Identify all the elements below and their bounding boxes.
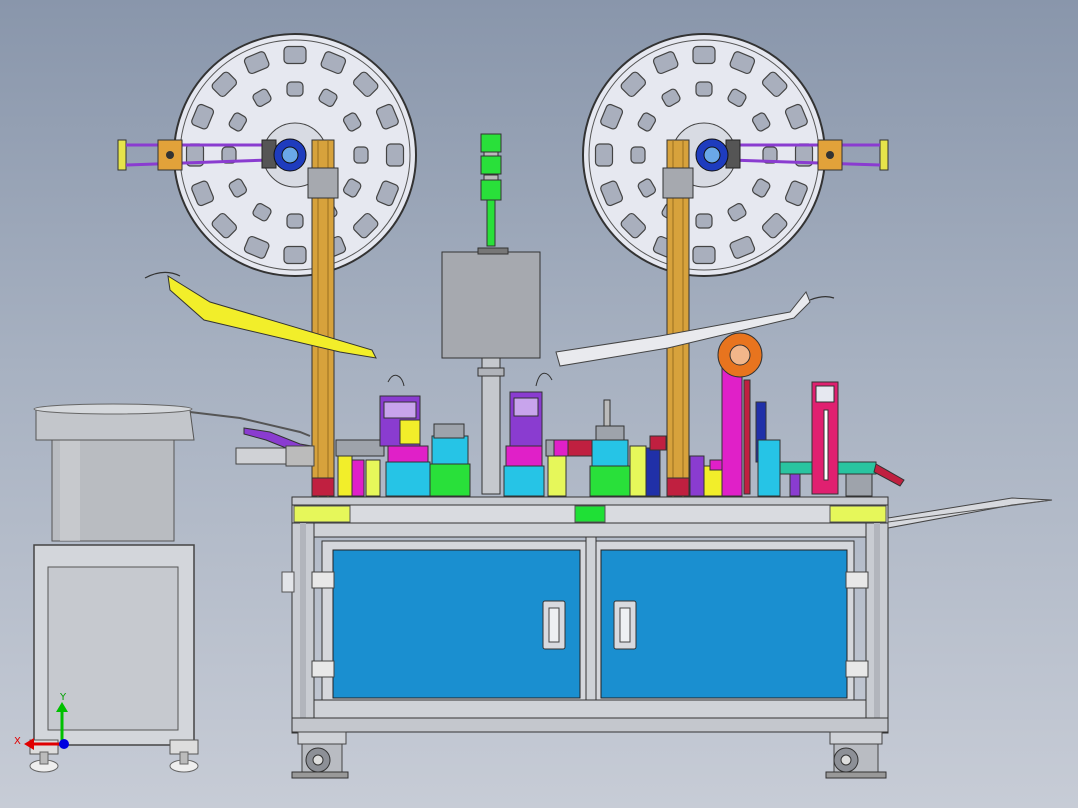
reel-window <box>692 45 716 65</box>
center-green-panel <box>574 505 606 523</box>
signal-tower-icon <box>480 133 502 247</box>
y-axis-label: Y <box>59 692 67 703</box>
reel-window <box>286 213 304 229</box>
left-tape-wire <box>144 271 181 279</box>
reel-window <box>692 245 716 265</box>
machine-assembly-view[interactable]: Y X <box>0 0 1078 808</box>
reel-window <box>286 81 304 97</box>
reel-window <box>695 81 713 97</box>
caster-left <box>291 731 349 779</box>
station-right[interactable] <box>589 399 667 497</box>
cad-viewport[interactable]: Y X <box>0 0 1078 808</box>
left-column <box>307 139 339 498</box>
reel-window <box>695 213 713 229</box>
left-lime-panel <box>293 505 351 523</box>
cabinet-door-right[interactable] <box>595 540 869 701</box>
x-axis-label: X <box>14 736 21 747</box>
reel-window <box>594 143 614 167</box>
reel-window <box>353 146 369 164</box>
reel-window <box>385 143 405 167</box>
reel-window <box>283 45 307 65</box>
air-cylinder <box>235 447 287 465</box>
bowl-feeder[interactable] <box>33 403 311 542</box>
reel-window <box>630 146 646 164</box>
station-far-right[interactable] <box>689 332 905 497</box>
right-tape-wire <box>809 296 835 301</box>
caster-right <box>825 731 887 779</box>
station-left[interactable] <box>335 374 471 497</box>
reel-window <box>283 245 307 265</box>
z-axis-dot <box>59 739 69 749</box>
right-lime-panel <box>829 505 887 523</box>
right-column <box>662 139 694 498</box>
output-chute[interactable] <box>887 497 1053 529</box>
cabinet-door-left[interactable] <box>311 540 587 701</box>
bowl-feeder-stand[interactable] <box>29 544 199 773</box>
left-yellow-tape <box>167 275 377 359</box>
